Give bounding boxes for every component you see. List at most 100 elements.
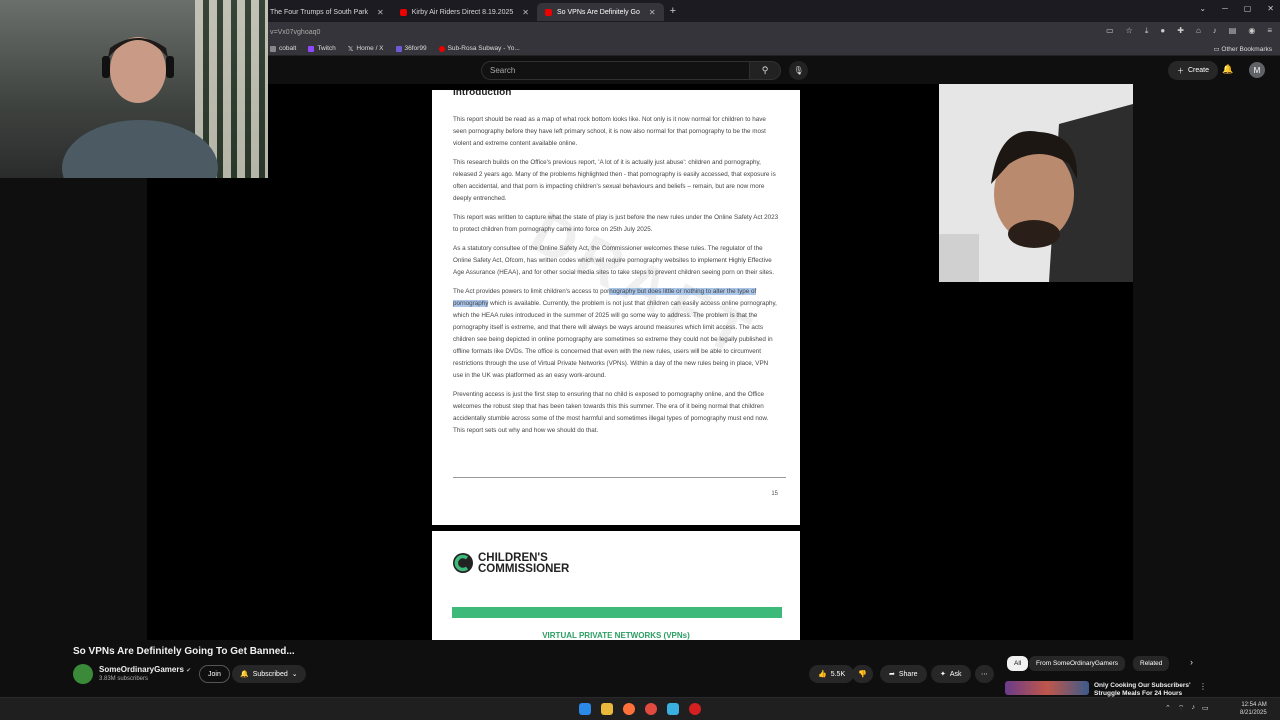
more-actions-button[interactable]: ⋯ [975,665,994,683]
volume-icon[interactable]: ♪ [1191,704,1195,713]
childrens-commissioner-logo-icon [453,553,473,573]
bookmark-label: Sub-Rosa Subway - Yo... [447,45,520,52]
firefox-icon[interactable] [623,703,635,715]
file-explorer-icon[interactable] [601,703,613,715]
chevron-right-icon[interactable]: › [1190,657,1193,667]
windows-taskbar: ⌃ ⌔ ♪ ▭ 12:54 AM 8/21/2025 [0,697,1280,720]
bookmark-label: cobalt [279,45,297,52]
url-field[interactable]: v=Vx07vghoaq0 [270,29,320,36]
section-bar [452,607,782,618]
like-count: 5.5K [830,670,846,678]
video-title: So VPNs Are Definitely Going To Get Bann… [73,646,295,657]
extension-icon[interactable]: ● [1160,26,1165,36]
bookmark-star-icon[interactable]: ☆ [1126,26,1133,36]
channel-name[interactable]: SomeOrdinaryGamers ✔ [99,665,191,674]
microphone-icon: 🎙 [793,66,804,75]
dislike-button[interactable]: 👎 [852,665,873,683]
chip-from-channel[interactable]: From SomeOrdinaryGamers [1029,656,1125,671]
text-run: which is available. Currently, the probl… [453,300,777,379]
subscribed-button[interactable]: 🔔 Subscribed ⌄ [232,665,306,683]
streamer-webcam [0,0,268,178]
tab-list-icon[interactable]: ⌄ [1199,4,1206,13]
paragraph: This report was written to capture what … [453,214,779,233]
other-bookmarks[interactable]: ▭ Other Bookmarks [1213,45,1272,53]
wifi-icon[interactable]: ⌔ [1178,704,1185,713]
bookmark-label: Home / X [356,45,384,52]
channel-name-text: SomeOrdinaryGamers [99,665,184,674]
menu-icon[interactable]: ≡ [1267,26,1272,36]
tab-kirby[interactable]: Kirby Air Riders Direct 8.19.2025 ✕ [392,3,537,21]
document-page: DRAFT Introduction This report should be… [432,90,800,525]
bookmark-cobalt[interactable]: cobalt [270,45,296,52]
wordmark-line: COMMISSIONER [478,563,570,575]
tab-label: So VPNs Are Definitely Go [557,8,640,16]
close-tab-icon[interactable]: ✕ [522,8,529,17]
bookmark-sub-rosa[interactable]: Sub-Rosa Subway - Yo... [438,45,520,52]
bookmark-label: Other Bookmarks [1221,46,1272,53]
bell-icon: 🔔 [240,671,249,678]
extensions-puzzle-icon[interactable]: ✚ [1177,26,1184,36]
notifications-bell-icon[interactable]: 🔔 [1222,64,1233,75]
36for99-icon [395,45,402,52]
tab-vpn-video[interactable]: So VPNs Are Definitely Go ✕ [537,3,664,21]
recommended-video-thumbnail[interactable] [1005,681,1089,695]
windows-start-icon[interactable] [579,703,591,715]
page-number: 15 [771,491,778,497]
verified-check-icon: ✔ [186,668,192,674]
clock[interactable]: 12:54 AM 8/21/2025 [1240,701,1267,717]
tab-label: Kirby Air Riders Direct 8.19.2025 [411,8,514,16]
join-button[interactable]: Join [199,665,230,683]
x-logo-icon: 𝕏 [347,45,354,53]
search-button[interactable]: ⚲ [749,61,781,80]
guest-figure-icon [939,84,1133,282]
maximize-icon[interactable]: ▢ [1244,4,1252,13]
document-body: This report should be read as a map of w… [453,114,779,444]
account-avatar[interactable]: M [1249,62,1265,78]
profile-icon[interactable]: ◉ [1248,26,1255,36]
create-button[interactable]: ＋ Create [1168,61,1219,80]
share-label: Share [898,670,918,678]
clock-time: 12:54 AM [1241,702,1267,708]
tray-chevron-icon[interactable]: ⌃ [1165,704,1171,713]
bookmark-36for99[interactable]: 36for99 [395,45,427,52]
close-window-icon[interactable]: ✕ [1267,4,1274,13]
notepad-icon[interactable] [667,703,679,715]
sparkle-icon: ✦ [940,671,946,678]
tab-label: The Four Trumps of South Park [270,8,369,16]
footer-divider [453,477,786,478]
chip-related[interactable]: Related [1133,656,1170,671]
more-vert-icon[interactable]: ⋮ [1199,682,1207,691]
youtube-favicon-icon [545,8,552,16]
home-icon[interactable]: ⌂ [1196,26,1201,36]
download-icon[interactable]: ⤓ [1145,26,1149,36]
recommended-video-title[interactable]: Only Cooking Our Subscribers' Struggle M… [1094,682,1198,698]
extension-badge-icon[interactable]: ▤ [1229,26,1237,36]
ask-label: Ask [949,670,962,678]
chrome-icon[interactable] [645,703,657,715]
window-controls: ⌄ ─ ▢ ✕ [1199,4,1274,13]
chip-all[interactable]: All [1007,656,1029,671]
new-tab-button[interactable]: + [670,5,676,17]
youtube-favicon-icon [399,8,407,16]
battery-icon[interactable]: ▭ [1202,704,1209,713]
close-tab-icon[interactable]: ✕ [377,8,384,17]
minimize-icon[interactable]: ─ [1222,4,1228,13]
bookmark-x[interactable]: 𝕏 Home / X [348,45,384,53]
channel-avatar[interactable] [73,664,93,684]
search-input[interactable]: Search [481,61,749,80]
share-button[interactable]: ➦ Share [880,665,927,683]
paragraph-highlighted: The Act provides powers to limit childre… [453,286,779,382]
bookmark-twitch[interactable]: Twitch [308,45,336,52]
plus-icon: ＋ [1177,67,1184,75]
screen-share-icon[interactable]: ▭ [1106,26,1114,36]
tab-south-park[interactable]: The Four Trumps of South Park ✕ [262,3,392,21]
subscriber-count: 3.83M subscribers [99,676,149,682]
voice-search-button[interactable]: 🎙 [789,61,808,80]
create-label: Create [1188,67,1210,74]
like-button[interactable]: 👍 5.5K [809,665,855,683]
thumbs-down-icon: 👎 [858,671,867,678]
mute-icon[interactable]: ♪ [1213,26,1217,36]
close-tab-icon[interactable]: ✕ [649,8,656,17]
media-app-icon[interactable] [689,703,701,715]
ask-button[interactable]: ✦ Ask [931,665,971,683]
